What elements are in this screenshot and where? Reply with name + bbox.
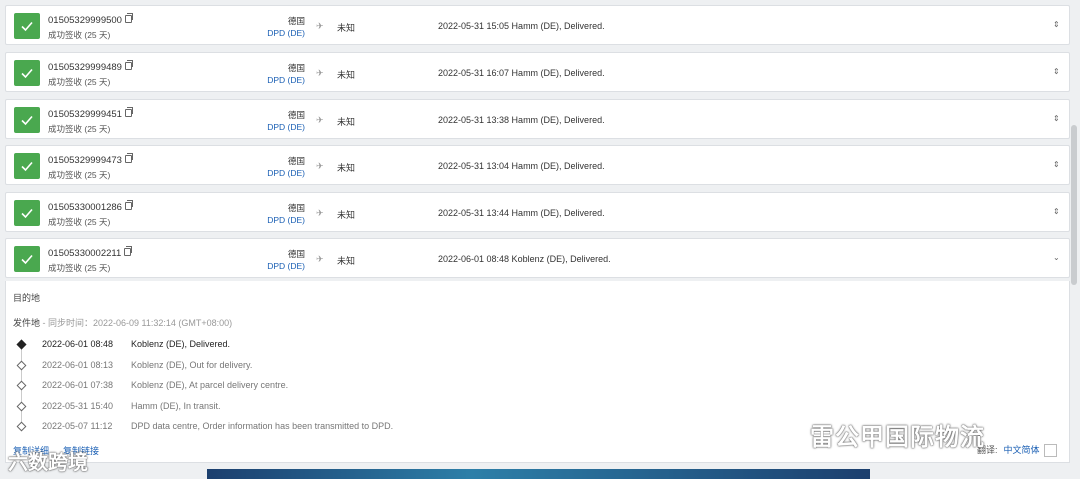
carrier-link[interactable]: DPD (DE) bbox=[267, 75, 305, 85]
origin-country: 德国 bbox=[287, 156, 305, 166]
latest-event: 2022-05-31 15:05 Hamm (DE), Delivered. bbox=[438, 21, 605, 31]
copy-icon[interactable] bbox=[124, 153, 133, 164]
translate-language[interactable]: 中文简体 bbox=[1004, 445, 1040, 455]
tracking-number-text: 01505330002211 bbox=[48, 248, 122, 259]
expand-toggle-icon[interactable]: ⇕ bbox=[1053, 67, 1060, 76]
tracking-number: 01505329999451 bbox=[48, 107, 133, 120]
copy-icon[interactable] bbox=[124, 60, 133, 71]
plane-icon: ✈ bbox=[316, 21, 324, 31]
expand-toggle-icon[interactable]: ⇕ bbox=[1053, 207, 1060, 216]
destination-country: 未知 bbox=[337, 256, 356, 266]
plane-icon: ✈ bbox=[316, 161, 324, 171]
latest-event: 2022-05-31 16:07 Hamm (DE), Delivered. bbox=[438, 68, 605, 78]
translate-control: 翻译: 中文简体 bbox=[977, 443, 1057, 458]
delivered-check-icon bbox=[14, 200, 40, 226]
copy-icon[interactable] bbox=[124, 107, 133, 118]
copy-icon[interactable] bbox=[124, 13, 133, 24]
origin-country: 德国 bbox=[287, 16, 305, 26]
expand-toggle-icon[interactable]: ⇕ bbox=[1053, 20, 1060, 29]
plane-icon: ✈ bbox=[316, 68, 324, 78]
destination-country: 未知 bbox=[337, 117, 356, 127]
delivery-status: 成功签收 (25 天) bbox=[48, 263, 111, 273]
shipment-row[interactable]: 01505329999473 成功签收 (25 天) 德国 DPD (DE) ✈ 未知 20… bbox=[5, 145, 1070, 185]
shipment-row[interactable]: 01505329999451 成功签收 (25 天) 德国 DPD (DE) ✈ 未知 20… bbox=[5, 99, 1070, 139]
scrollbar[interactable] bbox=[1071, 125, 1077, 285]
origin-country: 德国 bbox=[287, 249, 305, 259]
shipment-row[interactable]: 01505329999489 成功签收 (25 天) 德国 DPD (DE) ✈ 未知 20… bbox=[5, 52, 1070, 92]
delivery-status: 成功签收 (25 天) bbox=[48, 30, 111, 40]
timeline-event: 2022-06-01 08:48 Koblenz (DE), Delivered. bbox=[42, 339, 230, 349]
shipment-row[interactable]: 01505330002211 成功签收 (25 天) 德国 DPD (DE) ✈ 未知 20… bbox=[5, 238, 1070, 278]
latest-event: 2022-05-31 13:44 Hamm (DE), Delivered. bbox=[438, 208, 605, 218]
carrier-link[interactable]: DPD (DE) bbox=[267, 215, 305, 225]
destination-country: 未知 bbox=[337, 23, 356, 33]
bottom-banner bbox=[207, 469, 870, 479]
event-description: Koblenz (DE), At parcel delivery centre. bbox=[131, 380, 289, 390]
tracking-number: 01505330001286 bbox=[48, 200, 133, 213]
delivery-status: 成功签收 (25 天) bbox=[48, 124, 111, 134]
tracking-number-text: 01505330001286 bbox=[48, 202, 122, 213]
destination-country: 未知 bbox=[337, 210, 356, 220]
delivered-check-icon bbox=[14, 246, 40, 272]
tracking-number: 01505329999500 bbox=[48, 13, 133, 26]
delivered-check-icon bbox=[14, 60, 40, 86]
expand-toggle-icon[interactable]: ⇕ bbox=[1053, 114, 1060, 123]
destination-country: 未知 bbox=[337, 70, 356, 80]
tracking-number-text: 01505329999500 bbox=[48, 15, 122, 26]
latest-event: 2022-05-31 13:38 Hamm (DE), Delivered. bbox=[438, 115, 605, 125]
latest-event: 2022-06-01 08:48 Koblenz (DE), Delivered… bbox=[438, 254, 611, 264]
event-description: Koblenz (DE), Delivered. bbox=[131, 339, 231, 349]
carrier-link[interactable]: DPD (DE) bbox=[267, 122, 305, 132]
origin-label: 发件地 bbox=[13, 318, 41, 328]
tracking-number-text: 01505329999473 bbox=[48, 155, 122, 166]
timeline-event: 2022-06-01 08:13 Koblenz (DE), Out for de… bbox=[42, 360, 252, 370]
plane-icon: ✈ bbox=[316, 208, 324, 218]
delivery-status: 成功签收 (25 天) bbox=[48, 170, 111, 180]
tracking-number: 01505329999489 bbox=[48, 60, 133, 73]
origin-country: 德国 bbox=[287, 110, 305, 120]
shipment-row[interactable]: 01505330001286 成功签收 (25 天) 德国 DPD (DE) ✈ 未知 20… bbox=[5, 192, 1070, 232]
shipment-row[interactable]: 01505329999500 成功签收 (25 天) 德国 DPD (DE) ✈ 未知 20… bbox=[5, 5, 1070, 45]
origin-country: 德国 bbox=[287, 63, 305, 73]
delivery-status: 成功签收 (25 天) bbox=[48, 77, 111, 87]
timeline-event: 2022-05-31 15:40 Hamm (DE), In transit. bbox=[42, 401, 221, 411]
watermark-right: 雷公甲国际物流 bbox=[810, 424, 985, 451]
expand-toggle-icon[interactable]: ⌄ bbox=[1053, 253, 1060, 262]
delivery-status: 成功签收 (25 天) bbox=[48, 217, 111, 227]
event-description: DPD data centre, Order information has b… bbox=[131, 421, 394, 431]
destination-label: 目的地 bbox=[13, 293, 41, 303]
origin-country: 德国 bbox=[287, 203, 305, 213]
destination-country: 未知 bbox=[337, 163, 356, 173]
latest-event: 2022-05-31 13:04 Hamm (DE), Delivered. bbox=[438, 161, 605, 171]
expand-toggle-icon[interactable]: ⇕ bbox=[1053, 160, 1060, 169]
delivered-check-icon bbox=[14, 13, 40, 39]
timeline-event: 2022-05-07 11:12 DPD data centre, Order i… bbox=[42, 421, 393, 431]
event-description: Hamm (DE), In transit. bbox=[131, 401, 221, 411]
sync-time: - 同步时间：2022-06-09 11:32:14 (GMT+08:00) bbox=[40, 318, 233, 328]
copy-icon[interactable] bbox=[124, 200, 133, 211]
copy-icon[interactable] bbox=[124, 246, 133, 257]
plane-icon: ✈ bbox=[316, 254, 324, 264]
carrier-link[interactable]: DPD (DE) bbox=[267, 28, 305, 38]
tracking-number: 01505330002211 bbox=[48, 246, 133, 259]
plane-icon: ✈ bbox=[316, 115, 324, 125]
origin-sync-line: 发件地 - 同步时间：2022-06-09 11:32:14 (GMT+08:0… bbox=[13, 316, 232, 329]
translate-checkbox[interactable] bbox=[1043, 444, 1057, 458]
tracking-number: 01505329999473 bbox=[48, 153, 133, 166]
event-time: 2022-06-01 08:13 bbox=[42, 360, 114, 370]
event-time: 2022-05-31 15:40 bbox=[42, 401, 114, 411]
watermark-left: 六数跨境 bbox=[8, 452, 88, 474]
delivered-check-icon bbox=[14, 153, 40, 179]
event-time: 2022-06-01 08:48 bbox=[42, 339, 114, 349]
delivered-check-icon bbox=[14, 107, 40, 133]
carrier-link[interactable]: DPD (DE) bbox=[267, 168, 305, 178]
timeline-event: 2022-06-01 07:38 Koblenz (DE), At parcel … bbox=[42, 380, 288, 390]
event-time: 2022-06-01 07:38 bbox=[42, 380, 114, 390]
carrier-link[interactable]: DPD (DE) bbox=[267, 261, 305, 271]
tracking-number-text: 01505329999489 bbox=[48, 62, 122, 73]
tracking-number-text: 01505329999451 bbox=[48, 109, 122, 120]
event-time: 2022-05-07 11:12 bbox=[42, 421, 113, 431]
event-description: Koblenz (DE), Out for delivery. bbox=[131, 360, 253, 370]
